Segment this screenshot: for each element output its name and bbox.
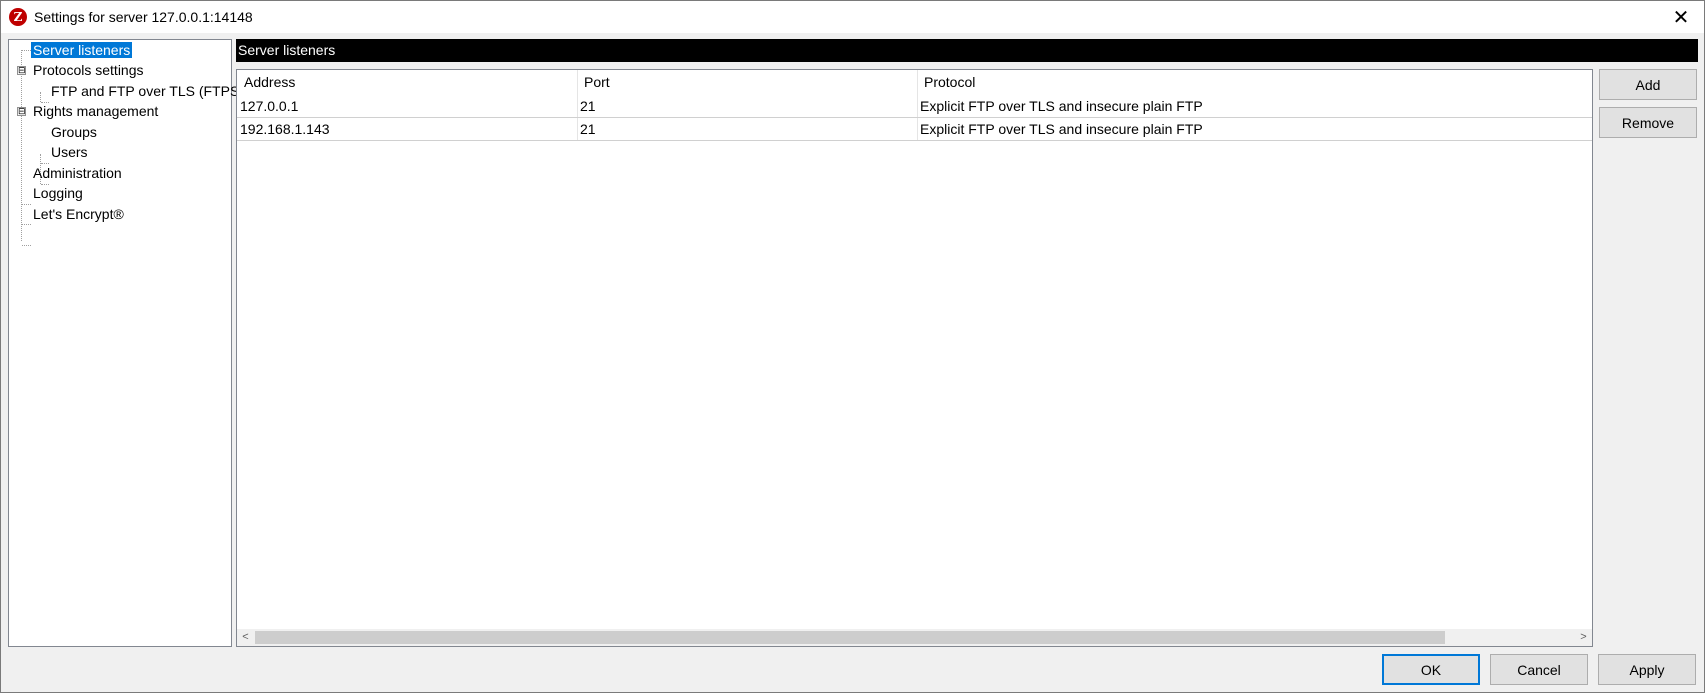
tree-item-label: Protocols settings bbox=[33, 62, 144, 78]
tree-line bbox=[22, 245, 31, 246]
tree-item-label: Groups bbox=[51, 124, 97, 140]
tree-item-ftp-ftps[interactable]: FTP and FTP over TLS (FTPS) bbox=[49, 81, 246, 101]
tree-item-label: Let's Encrypt® bbox=[33, 206, 124, 222]
horizontal-scrollbar[interactable]: < > bbox=[237, 629, 1592, 646]
scroll-right-icon[interactable]: > bbox=[1575, 629, 1592, 646]
tree-item-protocols-settings[interactable]: Protocols settings bbox=[31, 60, 146, 80]
apply-button[interactable]: Apply bbox=[1598, 654, 1696, 685]
tree-item-label: Rights management bbox=[33, 103, 159, 119]
tree-item-rights-management[interactable]: Rights management bbox=[31, 101, 160, 121]
tree-item-label: Administration bbox=[33, 165, 122, 181]
tree-item-label: FTP and FTP over TLS (FTPS) bbox=[51, 83, 244, 99]
tree-item-label: Logging bbox=[33, 185, 83, 201]
title-bar: Z Settings for server 127.0.0.1:14148 ✕ bbox=[1, 1, 1704, 33]
cell-protocol: Explicit FTP over TLS and insecure plain… bbox=[920, 121, 1203, 137]
collapse-icon[interactable]: ⊟ bbox=[17, 66, 26, 75]
tree-item-administration[interactable]: Administration bbox=[31, 163, 124, 183]
table-row[interactable]: 127.0.0.1 21 Explicit FTP over TLS and i… bbox=[237, 95, 1592, 118]
tree-item-server-listeners[interactable]: Server listeners bbox=[31, 40, 133, 60]
tree-item-lets-encrypt[interactable]: Let's Encrypt® bbox=[31, 204, 126, 224]
tree-item-label: Users bbox=[51, 144, 88, 160]
cell-port: 21 bbox=[580, 98, 596, 114]
cell-port: 21 bbox=[580, 121, 596, 137]
ok-button[interactable]: OK bbox=[1382, 654, 1480, 685]
tree-line bbox=[22, 50, 31, 51]
section-header: Server listeners bbox=[236, 39, 1698, 62]
cancel-button[interactable]: Cancel bbox=[1490, 654, 1588, 685]
cell-address: 127.0.0.1 bbox=[240, 98, 299, 114]
remove-button[interactable]: Remove bbox=[1599, 107, 1697, 138]
tree-item-groups[interactable]: Groups bbox=[49, 122, 99, 142]
settings-window: Z Settings for server 127.0.0.1:14148 ✕ … bbox=[0, 0, 1705, 693]
tree-item-logging[interactable]: Logging bbox=[31, 183, 85, 203]
table-row[interactable]: 192.168.1.143 21 Explicit FTP over TLS a… bbox=[237, 118, 1592, 141]
column-header-address[interactable]: Address bbox=[237, 70, 577, 95]
scrollbar-thumb[interactable] bbox=[255, 631, 1445, 644]
scroll-left-icon[interactable]: < bbox=[237, 629, 254, 646]
window-title: Settings for server 127.0.0.1:14148 bbox=[34, 9, 253, 25]
column-header-protocol[interactable]: Protocol bbox=[917, 70, 1594, 95]
settings-tree: ⊟ ⊟ Server listeners Protocols settings … bbox=[8, 39, 244, 647]
collapse-icon[interactable]: ⊟ bbox=[17, 107, 26, 116]
tree-line bbox=[21, 50, 22, 241]
tree-item-label: Server listeners bbox=[31, 42, 133, 58]
column-header-port[interactable]: Port bbox=[577, 70, 917, 95]
close-icon[interactable]: ✕ bbox=[1658, 1, 1704, 33]
tree-line bbox=[22, 204, 31, 205]
cell-address: 192.168.1.143 bbox=[240, 121, 330, 137]
cell-protocol: Explicit FTP over TLS and insecure plain… bbox=[920, 98, 1203, 114]
tree-item-users[interactable]: Users bbox=[49, 142, 90, 162]
add-button[interactable]: Add bbox=[1599, 69, 1697, 100]
filezilla-server-icon: Z bbox=[9, 8, 27, 26]
tree-line bbox=[22, 224, 31, 225]
listeners-list[interactable]: Address Port Protocol 127.0.0.1 21 Expli… bbox=[236, 69, 1593, 647]
list-header: Address Port Protocol bbox=[237, 70, 1592, 95]
